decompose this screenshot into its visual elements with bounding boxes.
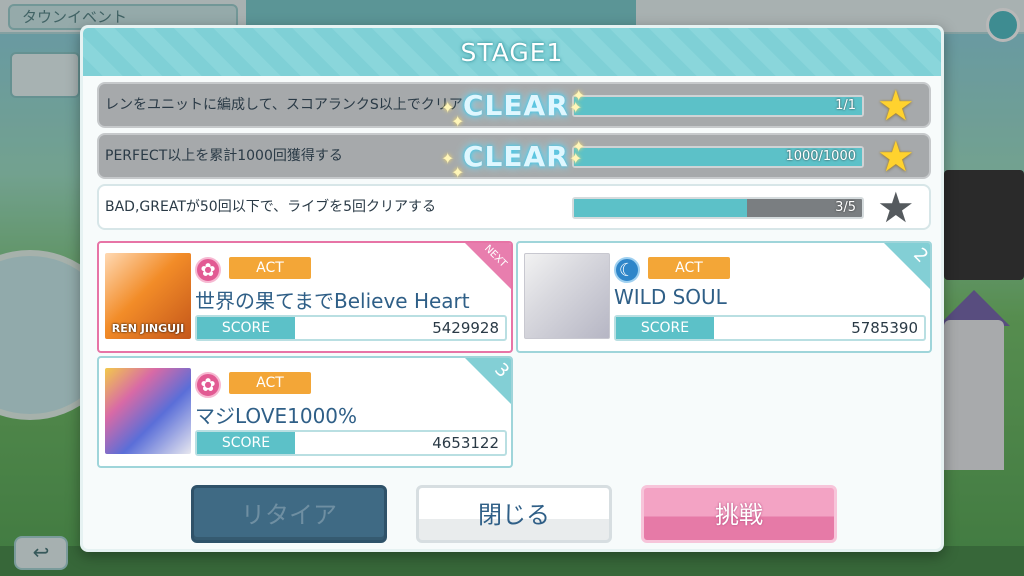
mission-text: BAD,GREATが50回以下で、ライブを5回クリアする [105,199,437,215]
mission-text: レンをユニットに編成して、スコアランクS以上でクリア [105,97,463,113]
song-card[interactable]: ✿ ACT マジLOVE1000% SCORE 4653122 3 [97,356,513,468]
challenge-button[interactable]: 挑戦 [641,485,837,543]
clear-label: CLEAR [463,140,569,173]
progress-fill [574,199,747,217]
score-value: 5429928 [432,319,499,337]
score-value: 5785390 [851,319,918,337]
song-jacket: REN JINGUJI [105,253,191,339]
song-title: マジLOVE1000% [195,404,358,428]
mission-progress-bar: 1000/1000 [572,146,864,168]
score-label: SCORE [197,317,295,339]
song-title: 世界の果てまでBelieve Heart [195,289,470,313]
sparkle-icon: ✦ [451,163,465,182]
song-type-badge: ACT [229,257,311,279]
sparkle-icon: ✦ [451,112,465,131]
clear-label: CLEAR [463,89,569,122]
song-type-badge: ACT [229,372,311,394]
song-jacket [105,368,191,454]
jacket-text: REN JINGUJI [111,322,185,335]
gear-icon: ✿ [195,257,221,283]
mission-progress-bar: 3/5 [572,197,864,219]
retire-button[interactable]: リタイア [191,485,387,543]
sparkle-icon: ✦ [569,149,583,168]
star-icon: ★ [877,81,915,130]
progress-text: 1/1 [835,98,856,113]
mission-row: BAD,GREATが50回以下で、ライブを5回クリアする 3/5 ★ [97,184,931,230]
moon-icon: ☾ [614,257,640,283]
song-type-badge: ACT [648,257,730,279]
mission-row: レンをユニットに編成して、スコアランクS以上でクリア 1/1 CLEAR ✦ ✦… [97,81,931,131]
mission-row: PERFECT以上を累計1000回獲得する 1000/1000 CLEAR ✦ … [97,132,931,182]
sparkle-icon: ✦ [569,98,583,117]
close-button[interactable]: 閉じる [416,485,612,543]
progress-text: 3/5 [835,200,856,215]
mission-progress-bar: 1/1 [572,95,864,117]
song-card[interactable]: ☾ ACT WILD SOUL SCORE 5785390 2 [516,241,932,353]
song-jacket [524,253,610,339]
progress-fill [574,97,862,115]
score-label: SCORE [197,432,295,454]
star-icon: ★ [877,183,915,232]
progress-text: 1000/1000 [785,149,856,164]
mission-text: PERFECT以上を累計1000回獲得する [105,148,343,164]
stage-dialog: STAGE1 レンをユニットに編成して、スコアランクS以上でクリア 1/1 CL… [80,25,944,552]
song-card[interactable]: REN JINGUJI ✿ ACT 世界の果てまでBelieve Heart S… [97,241,513,353]
score-label: SCORE [616,317,714,339]
dialog-title: STAGE1 [460,38,564,67]
score-value: 4653122 [432,434,499,452]
gear-icon: ✿ [195,372,221,398]
star-icon: ★ [877,132,915,181]
song-title: WILD SOUL [614,285,727,309]
